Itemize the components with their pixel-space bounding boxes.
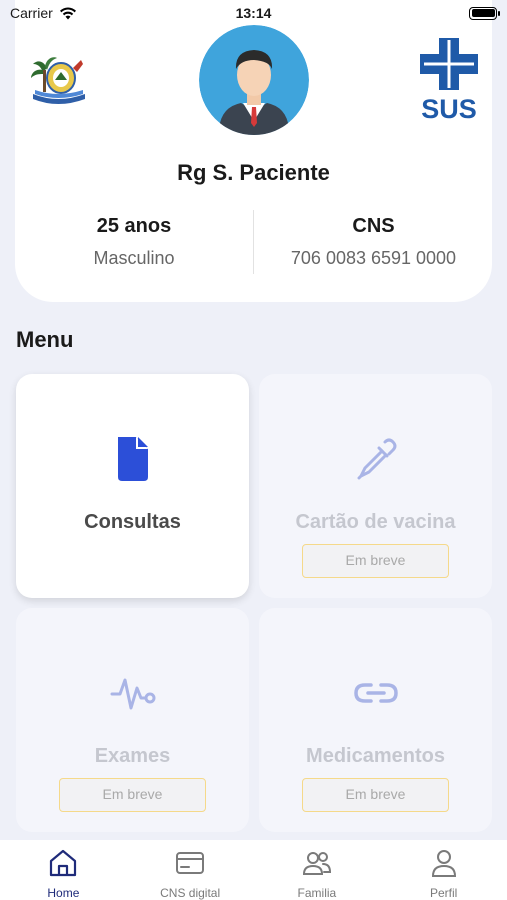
menu-card-medicamentos[interactable]: Medicamentos Em breve (259, 608, 492, 832)
status-left: Carrier (10, 5, 77, 21)
menu-card-exames[interactable]: Exames Em breve (16, 608, 249, 832)
carrier-label: Carrier (10, 5, 53, 21)
coming-soon-badge: Em breve (59, 778, 206, 812)
menu-title: Menu (16, 327, 74, 352)
link-icon (353, 683, 398, 703)
tab-perfil[interactable]: Perfil (380, 840, 507, 900)
svg-text:SUS: SUS (421, 94, 477, 120)
card-icon (176, 852, 205, 874)
coming-soon-badge: Em breve (302, 778, 449, 812)
menu-card-label: Medicamentos (306, 745, 445, 767)
people-icon (302, 852, 331, 875)
status-time: 13:14 (235, 5, 272, 21)
avatar (199, 25, 309, 135)
battery-icon (469, 6, 500, 20)
age-gender-block: 25 anos Masculino (15, 215, 253, 269)
patient-gender: Masculino (93, 248, 175, 268)
menu-card-label: Cartão de vacina (295, 511, 456, 533)
wifi-icon (59, 7, 76, 20)
dropper-icon (357, 438, 396, 480)
tab-home[interactable]: Home (0, 840, 127, 900)
patient-age: 25 anos (96, 215, 172, 237)
cns-label: CNS (352, 215, 395, 237)
user-avatar-icon (199, 25, 309, 135)
cns-block: CNS 706 0083 6591 0000 (255, 215, 492, 269)
pulse-icon (110, 678, 155, 710)
tab-familia[interactable]: Familia (254, 840, 381, 900)
tab-cns-digital[interactable]: CNS digital (127, 840, 254, 900)
info-divider (253, 210, 254, 274)
menu-card-label: Consultas (84, 511, 181, 533)
document-icon (117, 437, 148, 481)
state-crest-icon (31, 57, 85, 104)
tab-label: Perfil (429, 886, 458, 900)
menu-card-label: Exames (94, 745, 171, 767)
status-bar: Carrier 13:14 (0, 0, 507, 26)
cns-number: 706 0083 6591 0000 (290, 248, 457, 268)
menu-card-cartao-de-vacina[interactable]: Cartão de vacina Em breve (259, 374, 492, 598)
home-icon (50, 849, 77, 877)
tab-bar: Home CNS digital Familia Perfil (0, 840, 507, 900)
tab-label: Home (47, 886, 80, 900)
person-icon (431, 850, 456, 877)
profile-card: SUS Rg S. Paciente 25 anos Masculino CNS… (15, 0, 492, 302)
menu-card-consultas[interactable]: Consultas (16, 374, 249, 598)
tab-label: Familia (297, 886, 337, 900)
patient-name: Rg S. Paciente (177, 160, 330, 185)
tab-label: CNS digital (160, 886, 221, 900)
sus-logo: SUS (420, 38, 478, 120)
coming-soon-badge: Em breve (302, 544, 449, 578)
